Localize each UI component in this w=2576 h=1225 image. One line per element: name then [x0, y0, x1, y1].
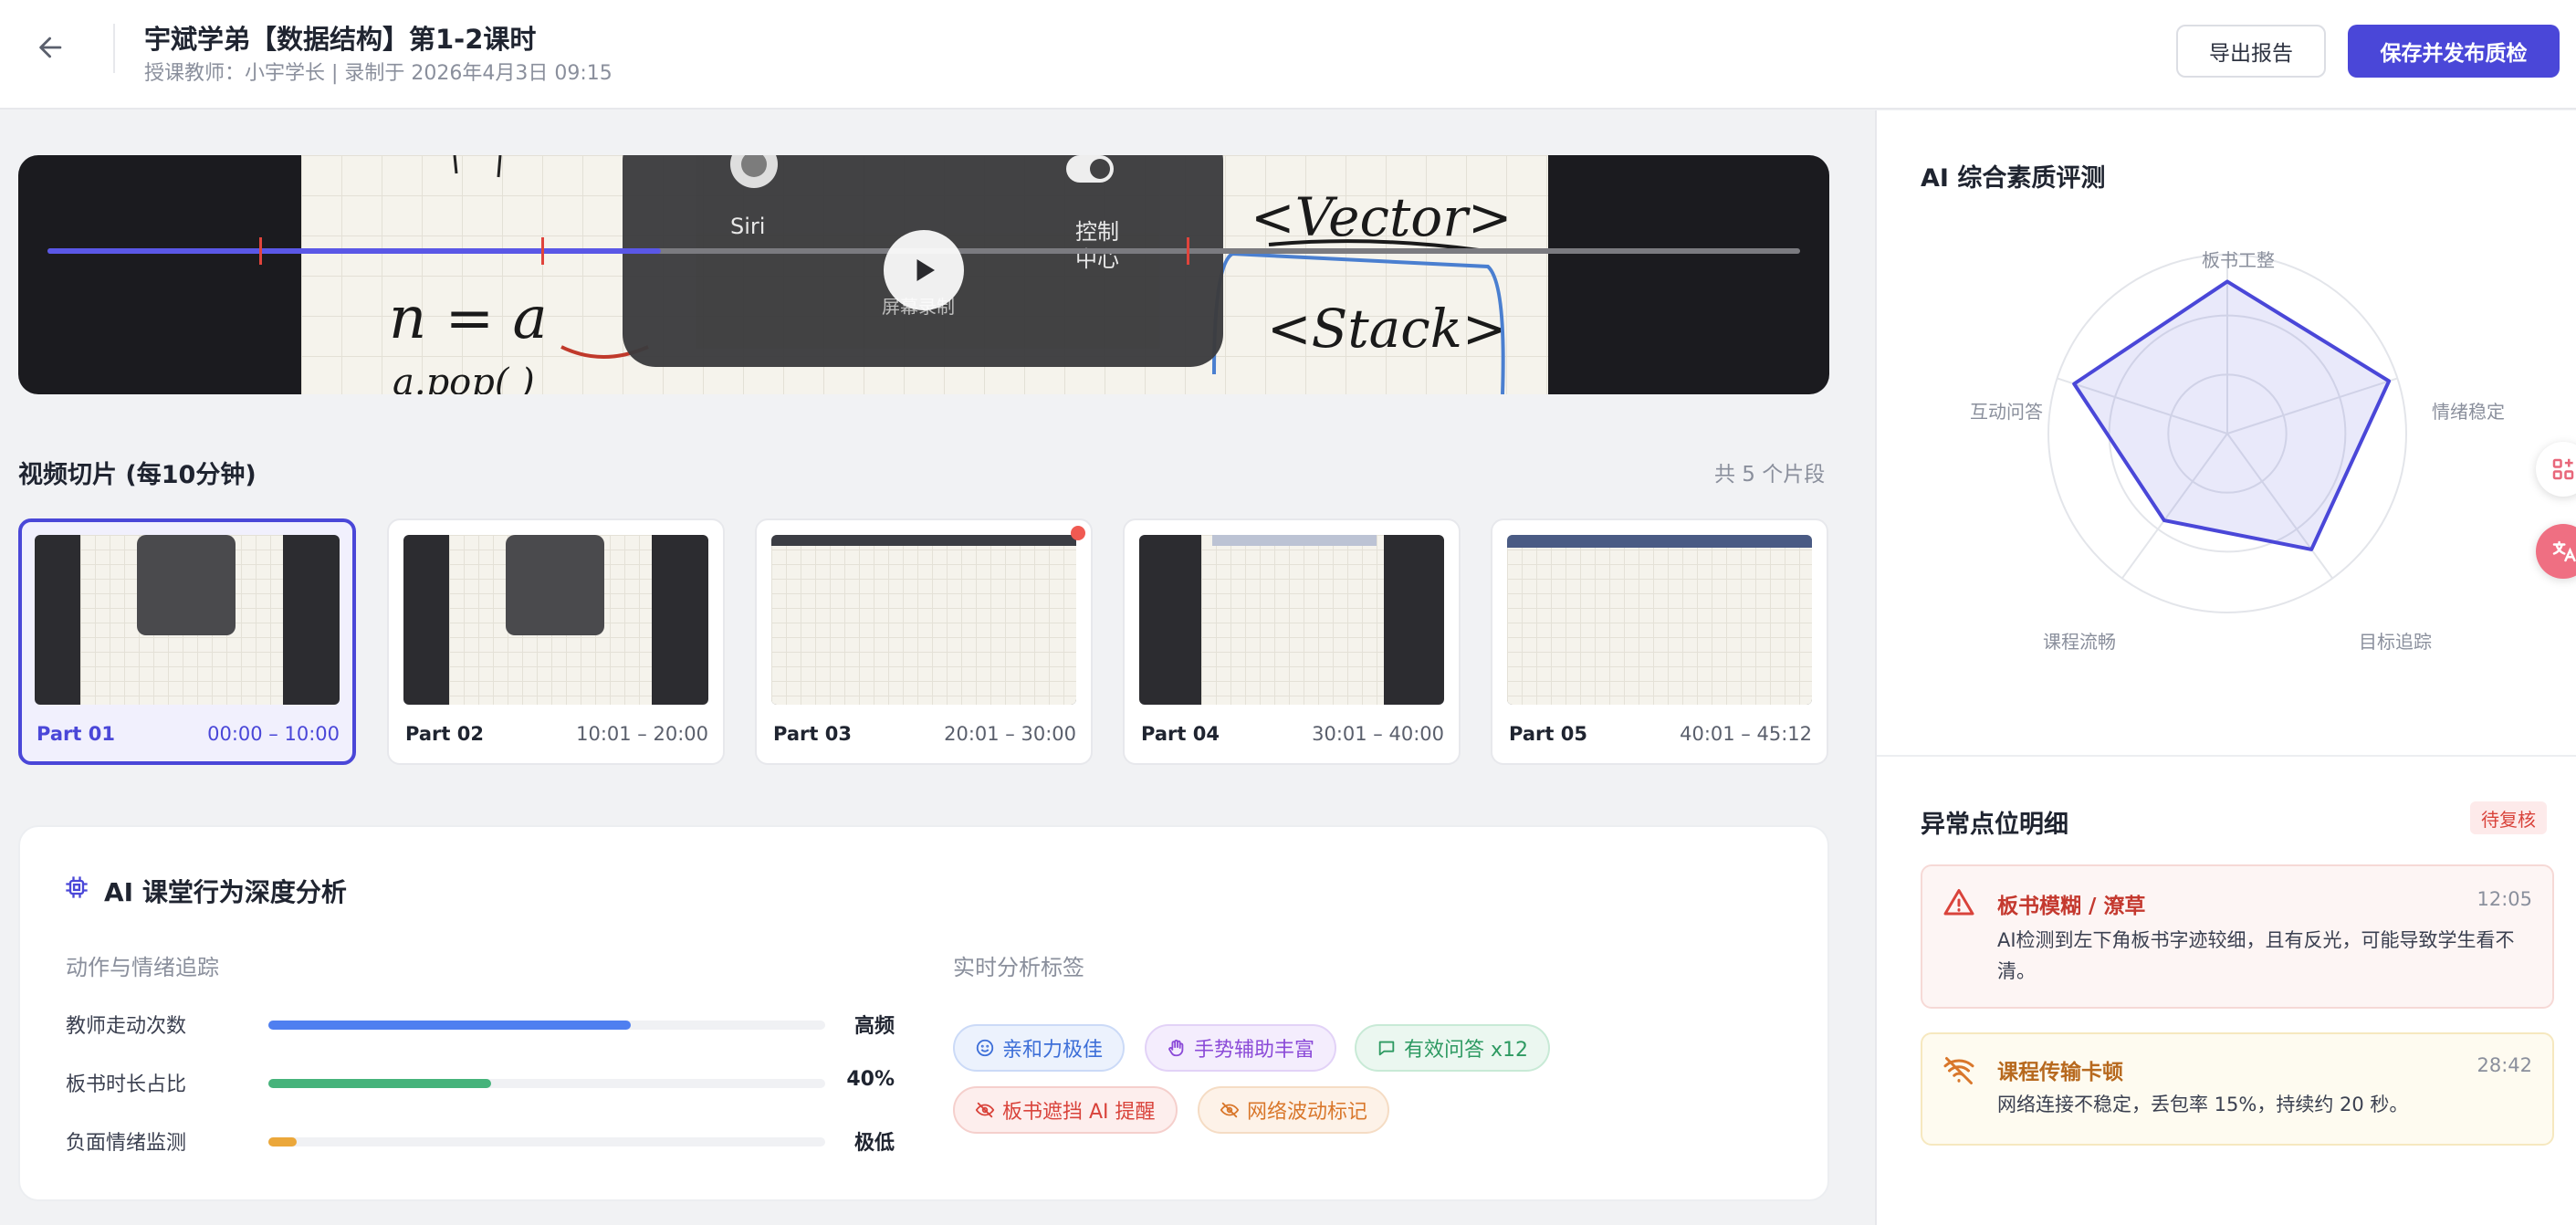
metric-value: 高频 [853, 1015, 895, 1038]
tag-label: 手势辅助丰富 [1194, 1039, 1315, 1062]
apps-icon [2552, 458, 2574, 480]
metric-bar-fill [268, 1137, 297, 1146]
svg-text:<Vector>: <Vector> [1251, 186, 1513, 248]
tag-network[interactable]: 网络波动标记 [1198, 1086, 1390, 1134]
chip-icon [66, 876, 88, 898]
anomaly-item-title: 板书模糊 / 潦草 [1997, 895, 2146, 918]
radar-label: 课程流畅 [2043, 631, 2116, 653]
tag-board-occlusion[interactable]: 板书遮挡 AI 提醒 [953, 1086, 1178, 1134]
anomaly-title: 异常点位明细 [1921, 811, 2068, 839]
metric-label: 教师走动次数 [66, 1015, 187, 1038]
tag-qa[interactable]: 有效问答 x12 [1355, 1024, 1551, 1072]
clip-time: 10:01 – 20:00 [576, 723, 708, 745]
page-subtitle: 授课教师：小宇学长 | 录制于 2026年4月3日 09:15 [144, 62, 613, 85]
metric-bar [268, 1137, 825, 1146]
tag-label: 板书遮挡 AI 提醒 [1002, 1101, 1156, 1124]
clip-time: 30:01 – 40:00 [1312, 723, 1444, 745]
clip-name: Part 02 [405, 723, 484, 745]
panel-divider [1877, 755, 2576, 757]
clip-time: 20:01 – 30:00 [944, 723, 1076, 745]
anomaly-item[interactable]: 板书模糊 / 潦草 12:05 AI检测到左下角板书字迹较细，且有反光，可能导致… [1921, 864, 2554, 1009]
svg-text:n = a: n = a [389, 285, 548, 352]
right-panel: AI 综合素质评测 板书工整 情绪稳定 目标追踪 课程流畅 互动问答 异常点位明… [1875, 110, 2576, 1225]
eye-off-icon [1220, 1102, 1240, 1118]
tag-label: 亲和力极佳 [1002, 1039, 1104, 1062]
clip-thumbnail [771, 535, 1076, 705]
metric-value: 极低 [853, 1132, 895, 1155]
metric-bar [268, 1021, 825, 1030]
overlay-siri-label: Siri [730, 214, 766, 239]
anomaly-marker[interactable] [541, 237, 545, 265]
clip-thumbnail [1507, 535, 1812, 705]
clip-thumbnail [403, 535, 708, 705]
realtime-tags-heading: 实时分析标签 [953, 955, 1084, 980]
export-report-button[interactable]: 导出报告 [2176, 25, 2326, 78]
overlay-center-label: 中心 [1075, 246, 1119, 272]
warning-icon [1943, 889, 1974, 916]
clips-count: 共 5 个片段 [1714, 463, 1826, 487]
tag-label: 有效问答 x12 [1404, 1039, 1529, 1062]
pending-review-badge: 待复核 [2470, 801, 2547, 834]
metric-bar-fill [268, 1021, 631, 1030]
anomaly-marker[interactable] [259, 237, 263, 265]
anomaly-item-time: 12:05 [2477, 888, 2532, 910]
radar-label: 板书工整 [2202, 249, 2275, 271]
play-icon [916, 259, 935, 281]
clip-card-03[interactable]: Part 03 20:01 – 30:00 [755, 518, 1093, 765]
clip-card-01[interactable]: Part 01 00:00 – 10:00 [18, 518, 356, 765]
radar-label: 互动问答 [1970, 401, 2043, 423]
page-title: 宇斌学弟【数据结构】第1-2课时 [144, 24, 537, 55]
clip-name: Part 01 [37, 723, 115, 745]
wifi-off-icon [1943, 1057, 1974, 1084]
radar-score-polygon [2072, 279, 2392, 551]
metric-value: 40% [846, 1068, 895, 1091]
video-player[interactable]: n = a a.pop( ) <Vector> <Stack> Siri 控制 … [18, 155, 1829, 394]
motion-emotion-heading: 动作与情绪追踪 [66, 955, 219, 980]
anomaly-item-time: 28:42 [2477, 1054, 2532, 1076]
anomaly-item[interactable]: 课程传输卡顿 28:42 网络连接不稳定，丢包率 15%，持续约 20 秒。 [1921, 1032, 2554, 1146]
radar-label: 情绪稳定 [2432, 401, 2505, 423]
radar-label: 目标追踪 [2359, 631, 2432, 653]
anomaly-marker[interactable] [1187, 237, 1189, 265]
chat-icon [1378, 1041, 1395, 1056]
clip-time: 00:00 – 10:00 [207, 723, 340, 745]
back-button[interactable] [31, 27, 71, 68]
save-publish-button[interactable]: 保存并发布质检 [2348, 25, 2560, 78]
svg-text:a.pop( ): a.pop( ) [393, 361, 535, 394]
tag-gesture[interactable]: 手势辅助丰富 [1145, 1024, 1337, 1072]
clip-thumbnail [1139, 535, 1444, 705]
clip-alert-dot [1071, 526, 1085, 540]
clips-title: 视频切片 (每10分钟) [18, 461, 257, 489]
anomaly-item-title: 课程传输卡顿 [1997, 1061, 2123, 1084]
hand-icon [1168, 1039, 1184, 1057]
clip-name: Part 05 [1509, 723, 1587, 745]
tag-label: 网络波动标记 [1247, 1101, 1368, 1124]
anomaly-item-desc: AI检测到左下角板书字迹较细，且有反光，可能导致学生看不清。 [1997, 929, 2515, 982]
eye-off-icon [975, 1102, 995, 1118]
anomaly-item-desc: 网络连接不稳定，丢包率 15%，持续约 20 秒。 [1997, 1094, 2409, 1115]
arrow-left-icon [39, 37, 62, 58]
tag-affinity[interactable]: 亲和力极佳 [953, 1024, 1126, 1072]
translate-icon [2552, 540, 2576, 562]
analysis-title: AI 课堂行为深度分析 [104, 877, 347, 907]
clip-card-02[interactable]: Part 02 10:01 – 20:00 [387, 518, 725, 765]
clip-thumbnail [35, 535, 340, 705]
progress-fill [47, 248, 661, 254]
play-button[interactable] [884, 230, 964, 310]
metric-label: 板书时长占比 [66, 1073, 187, 1096]
top-header: 宇斌学弟【数据结构】第1-2课时 授课教师：小宇学长 | 录制于 2026年4月… [0, 0, 2576, 110]
clip-card-04[interactable]: Part 04 30:01 – 40:00 [1123, 518, 1461, 765]
svg-text:<Stack>: <Stack> [1267, 298, 1506, 360]
metric-bar [268, 1079, 825, 1088]
clip-name: Part 03 [773, 723, 852, 745]
metric-bar-fill [268, 1079, 491, 1088]
metric-label: 负面情绪监测 [66, 1132, 187, 1155]
behavior-analysis-card: AI 课堂行为深度分析 动作与情绪追踪 实时分析标签 教师走动次数 高频 板书时… [18, 825, 1829, 1201]
clip-name: Part 04 [1141, 723, 1220, 745]
clip-card-05[interactable]: Part 05 40:01 – 45:12 [1491, 518, 1828, 765]
clip-time: 40:01 – 45:12 [1680, 723, 1812, 745]
header-divider [113, 24, 115, 73]
smile-icon [976, 1039, 994, 1057]
